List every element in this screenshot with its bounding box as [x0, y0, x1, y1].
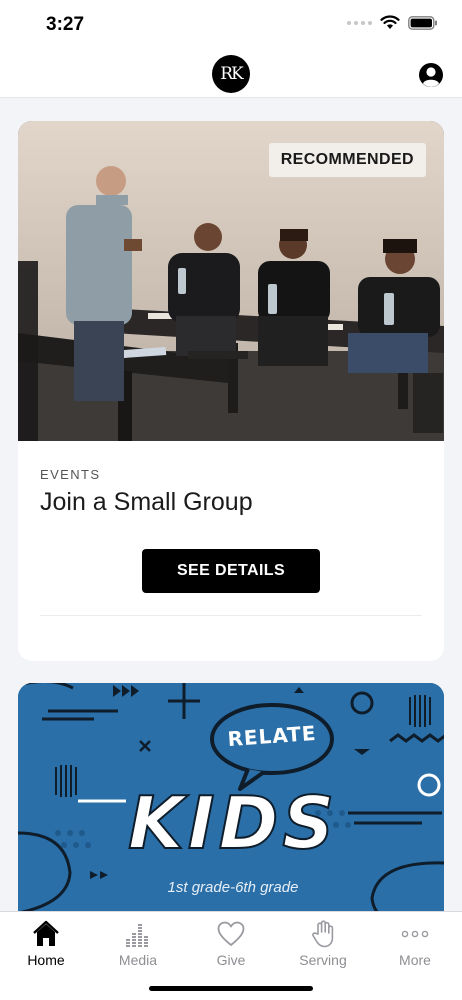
status-time: 3:27 [46, 14, 85, 35]
small-group-photo: RECOMMENDED [18, 121, 444, 441]
tab-home[interactable]: Home [0, 918, 92, 968]
tab-media-label: Media [118, 952, 158, 968]
featured-event-card[interactable]: RECOMMENDED EVENTS Join a Small Group SE… [18, 121, 444, 661]
home-indicator[interactable] [149, 986, 313, 991]
kids-grade-range: 1st grade-6th grade [167, 879, 299, 896]
tab-serving-label: Serving [299, 952, 347, 968]
tab-more[interactable]: More [369, 918, 461, 968]
tab-give-label: Give [216, 952, 246, 968]
wifi-icon [380, 15, 400, 29]
tab-more-label: More [399, 952, 431, 968]
battery-icon [408, 15, 437, 30]
tab-media[interactable]: Media [92, 918, 184, 968]
status-icons [347, 15, 438, 30]
tab-give[interactable]: Give [185, 918, 277, 968]
signal-icon [347, 20, 372, 25]
card-body: EVENTS Join a Small Group SEE DETAILS [18, 441, 444, 616]
church-logo[interactable]: RK [212, 55, 250, 93]
heart-icon [215, 918, 247, 950]
tab-serving[interactable]: Serving [277, 918, 369, 968]
card-divider [40, 615, 422, 616]
kids-title: KIDS [127, 781, 339, 865]
home-feed[interactable]: RECOMMENDED EVENTS Join a Small Group SE… [0, 99, 462, 911]
home-icon [30, 918, 62, 950]
top-nav-bar: RK [0, 48, 462, 98]
tab-home-label: Home [27, 952, 65, 968]
person-circle-icon[interactable] [418, 62, 444, 88]
more-dots-icon [399, 918, 431, 950]
kids-banner: RELATE KIDS 1st grade-6th grade [18, 683, 444, 911]
recommended-badge: RECOMMENDED [268, 143, 426, 177]
equalizer-icon [122, 918, 154, 950]
event-title: Join a Small Group [40, 488, 253, 516]
see-details-button[interactable]: SEE DETAILS [142, 549, 320, 593]
status-bar: 3:27 [0, 0, 462, 48]
bottom-tab-bar: Home Media Give Serving More [0, 911, 462, 1000]
kids-ministry-card[interactable]: RELATE KIDS 1st grade-6th grade [18, 683, 444, 911]
hand-icon [307, 918, 339, 950]
event-category: EVENTS [40, 467, 101, 482]
